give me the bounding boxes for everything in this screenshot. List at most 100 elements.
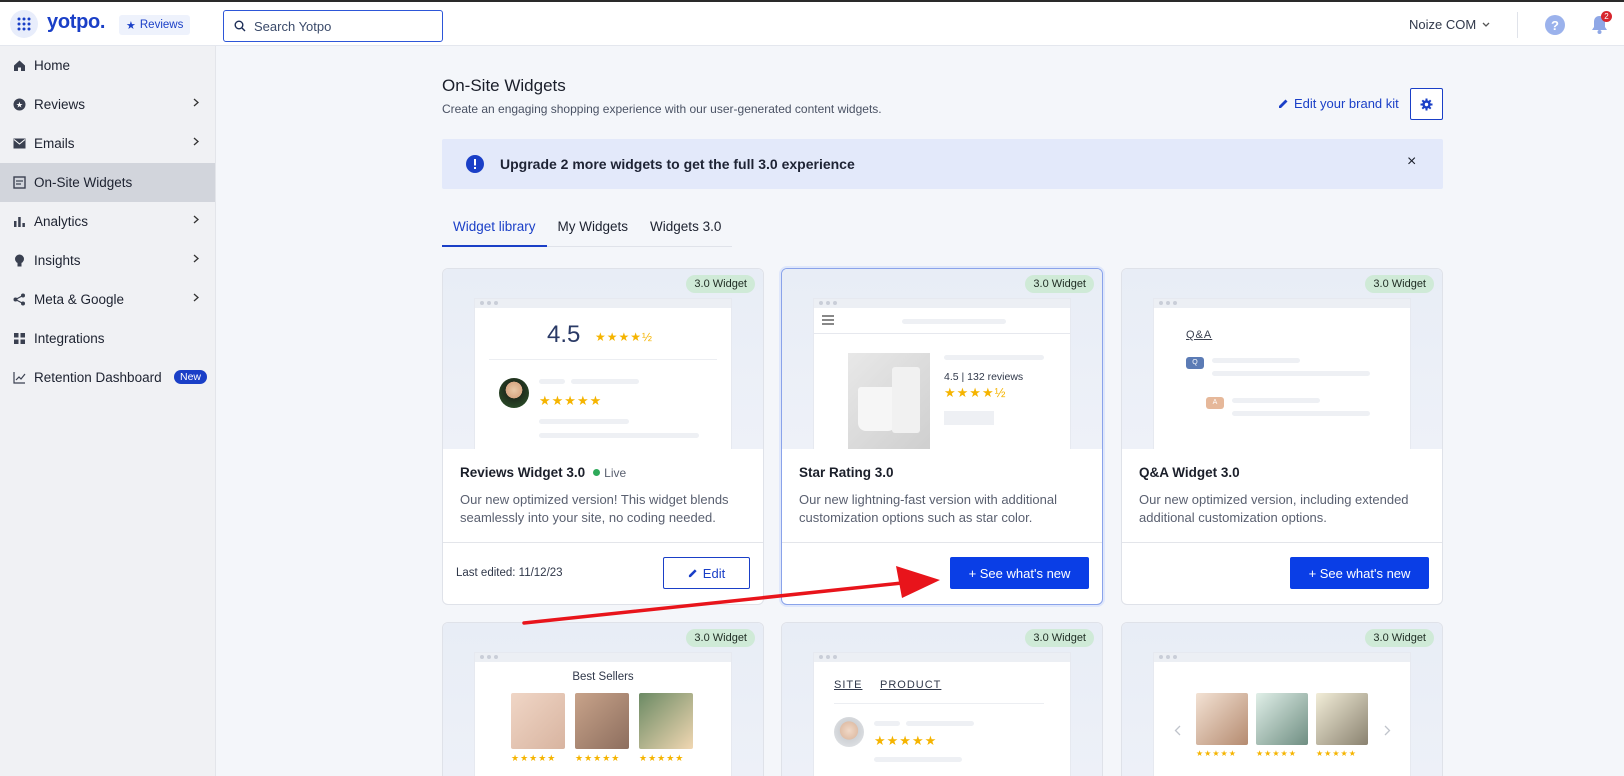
product-chip-label: Reviews [139,19,184,31]
widget-description: Our new lightning-fast version with addi… [799,492,1057,525]
widget-card-site-product[interactable]: 3.0 Widget SITE PRODUCT ★★★★★ [781,622,1103,776]
tab-my-widgets[interactable]: My Widgets [547,211,640,247]
page-title: On-Site Widgets [442,76,566,95]
widget-card-reviews[interactable]: 3.0 Widget 4.5 ★★★★½ ★★★★★ Reviews Widge… [442,268,764,605]
preview-rating: 4.5 [547,321,581,348]
answer-icon: A [1206,397,1224,409]
sidebar-item-retention-dashboard[interactable]: Retention Dashboard New [0,358,215,397]
product-thumbnail [1196,693,1248,745]
preview-browser-frame: SITE PRODUCT ★★★★★ [814,653,1070,776]
page-subtitle: Create an engaging shopping experience w… [442,102,882,116]
pencil-icon [688,569,697,578]
sidebar-item-label: Analytics [34,214,89,229]
widget-title: Q&A Widget 3.0 [1139,465,1240,480]
product-thumbnail [639,693,693,749]
chevron-right-icon [193,215,199,224]
settings-button[interactable] [1410,88,1443,120]
svg-text:★: ★ [15,101,22,110]
upgrade-banner: Upgrade 2 more widgets to get the full 3… [442,139,1443,189]
preview-tab-site: SITE [834,679,863,691]
yotpo-logo[interactable]: yotpo. [47,11,106,34]
top-bar: yotpo. ★ Reviews Noize COM ? 2 [0,0,1624,46]
widget-card-footer: Last edited: 11/12/23 Edit [443,542,763,604]
menu-icon [822,315,834,325]
chevron-right-icon [193,254,199,263]
preview-qa-heading: Q&A [1186,329,1213,341]
sidebar-item-label: Emails [34,136,75,151]
new-badge: New [174,370,208,384]
reviewer-avatar [499,378,529,408]
product-chip[interactable]: ★ Reviews [119,15,191,35]
chevron-right-icon [1384,725,1391,736]
sidebar-item-meta-google[interactable]: Meta & Google [0,280,215,319]
preview-heading: Best Sellers [572,671,634,683]
sidebar-item-label: Insights [34,253,81,268]
chevron-right-icon [193,293,199,302]
tab-widget-library[interactable]: Widget library [442,211,547,247]
widget-description: Our new optimized version! This widget b… [460,492,729,525]
product-thumbnail [575,693,629,749]
review-stars: ★★★★★ [539,393,603,408]
see-whats-new-button[interactable]: + See what's new [1290,557,1429,589]
widget-title: Reviews Widget 3.0 Live [460,465,626,480]
product-thumbnail [511,693,565,749]
widget-version-badge: 3.0 Widget [686,275,755,293]
widget-preview: 3.0 Widget 4.5 ★★★★½ ★★★★★ [443,269,763,449]
widget-card-star-rating[interactable]: 3.0 Widget 4.5 | 132 reviews ★★★★½ Star … [781,268,1103,605]
sidebar-item-emails[interactable]: Emails [0,124,215,163]
widget-version-badge: 3.0 Widget [1025,629,1094,647]
sidebar-item-analytics[interactable]: Analytics [0,202,215,241]
preview-stars: ★★★★½ [944,385,1007,400]
notification-badge: 2 [1601,11,1612,22]
product-stars: ★★★★★ [1256,749,1297,758]
pencil-icon [1279,99,1288,108]
account-switcher[interactable]: Noize COM [1409,17,1490,32]
grid-plus-icon [12,332,26,346]
sidebar-item-reviews[interactable]: ★ Reviews [0,85,215,124]
widget-card-carousel[interactable]: 3.0 Widget ★★★★★ ★★★★★ ★★★★★ [1121,622,1443,776]
widget-version-badge: 3.0 Widget [1025,275,1094,293]
preview-browser-frame: ★★★★★ ★★★★★ ★★★★★ [1154,653,1410,776]
widget-card-best-sellers[interactable]: 3.0 Widget Best Sellers ★★★★★ ★★★★★ ★★★★… [442,622,764,776]
preview-tab-product: PRODUCT [880,679,942,691]
sidebar-item-label: Integrations [34,331,105,346]
search-input[interactable] [254,18,434,34]
widget-preview: 3.0 Widget 4.5 | 132 reviews ★★★★½ [782,269,1102,449]
see-whats-new-button[interactable]: + See what's new [950,557,1089,589]
live-dot-icon [593,469,601,476]
alert-icon [466,155,484,173]
sidebar-item-on-site-widgets[interactable]: On-Site Widgets [0,163,215,202]
review-stars: ★★★★★ [874,733,938,748]
widget-card-qa[interactable]: 3.0 Widget Q&A Q A Q&A Widget 3.0 Our ne… [1121,268,1443,605]
close-icon[interactable]: × [1407,153,1416,171]
question-icon: Q [1186,357,1204,369]
search-icon [234,20,246,32]
preview-browser-frame: Q&A Q A [1154,299,1410,449]
help-icon[interactable]: ? [1545,15,1565,35]
edit-button[interactable]: Edit [663,557,750,589]
share-icon [12,293,26,307]
product-thumbnail [1256,693,1308,745]
sidebar-item-label: Reviews [34,97,86,112]
edit-brand-kit-link[interactable]: Edit your brand kit [1278,96,1399,111]
widget-card-footer: + See what's new [782,542,1102,604]
app-grid-icon[interactable] [10,10,38,38]
widget-tabs: Widget library My Widgets Widgets 3.0 [442,211,733,247]
preview-browser-frame: 4.5 ★★★★½ ★★★★★ [475,299,731,449]
widget-preview: 3.0 Widget Q&A Q A [1122,269,1442,449]
widget-preview: 3.0 Widget Best Sellers ★★★★★ ★★★★★ ★★★★… [443,623,763,776]
widget-icon [12,176,26,190]
widget-description: Our new optimized version, including ext… [1139,492,1409,525]
search-box[interactable] [223,10,443,42]
chevron-left-icon [1174,725,1181,736]
preview-stars: ★★★★½ [595,330,654,344]
sidebar-item-integrations[interactable]: Integrations [0,319,215,358]
widget-version-badge: 3.0 Widget [686,629,755,647]
tab-widgets-3[interactable]: Widgets 3.0 [639,211,732,247]
sidebar-item-home[interactable]: Home [0,46,215,85]
lightbulb-icon [12,254,26,268]
sidebar: Home ★ Reviews Emails On-Site Widgets An… [0,46,216,776]
topbar-divider [1517,12,1518,38]
star-icon: ★ [126,19,136,32]
sidebar-item-insights[interactable]: Insights [0,241,215,280]
